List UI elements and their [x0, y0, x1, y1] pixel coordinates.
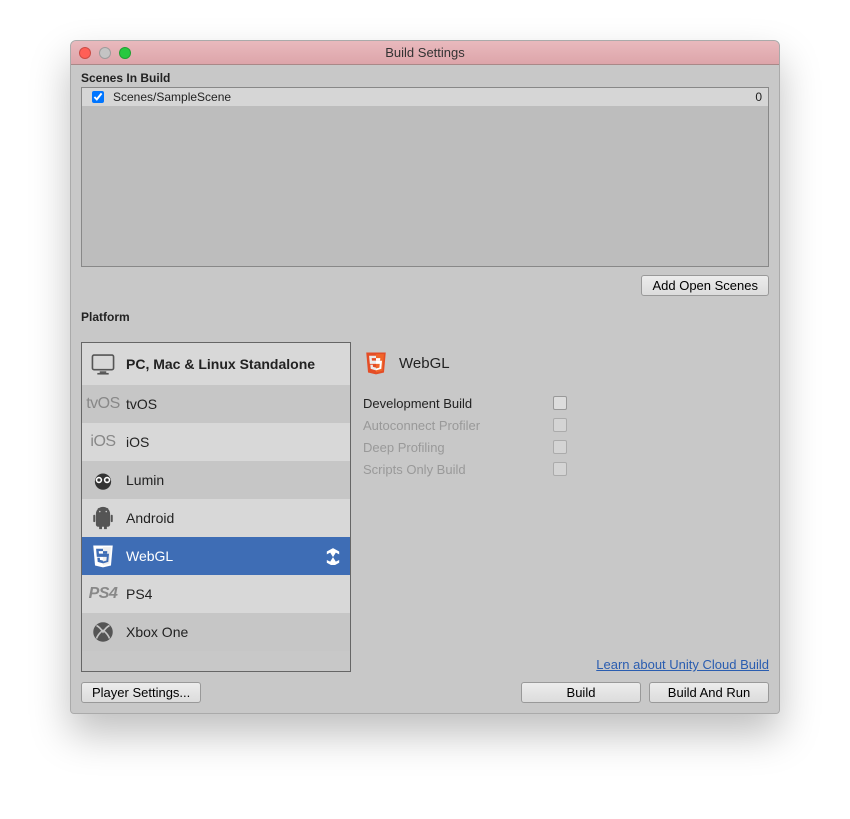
build-option-label: Autoconnect Profiler — [363, 418, 553, 433]
platform-item-label: Xbox One — [126, 624, 342, 640]
lumin-icon — [90, 467, 116, 493]
scene-name: Scenes/SampleScene — [113, 90, 749, 104]
platform-item-ios[interactable]: iOS iOS — [82, 423, 350, 461]
platform-item-ps4[interactable]: PS4 PS4 — [82, 575, 350, 613]
platform-detail: WebGL Development Build Autoconnect Profi… — [363, 342, 769, 672]
monitor-icon — [90, 351, 116, 377]
scene-checkbox[interactable] — [92, 91, 104, 103]
build-option-label: Scripts Only Build — [363, 462, 553, 477]
android-icon — [90, 505, 116, 531]
platform-list[interactable]: PC, Mac & Linux StandalonetvOStvOSiOSiOS… — [81, 342, 351, 672]
platform-item-webgl[interactable]: WebGL — [82, 537, 350, 575]
build-option-label: Development Build — [363, 396, 553, 411]
scenes-list[interactable]: Scenes/SampleScene 0 — [81, 87, 769, 267]
xbox-icon — [90, 619, 116, 645]
platform-item-label: tvOS — [126, 396, 342, 412]
add-open-scenes-button[interactable]: Add Open Scenes — [641, 275, 769, 296]
build-option-row: Scripts Only Build — [363, 458, 769, 480]
platform-item-label: Android — [126, 510, 342, 526]
platform-item-label: PC, Mac & Linux Standalone — [126, 356, 342, 372]
build-option-checkbox — [553, 440, 567, 454]
ps4-logo-icon: PS4 — [90, 581, 116, 607]
build-option-checkbox — [553, 462, 567, 476]
build-and-run-button[interactable]: Build And Run — [649, 682, 769, 703]
platform-item-label: WebGL — [126, 548, 314, 564]
close-icon[interactable] — [79, 47, 91, 59]
platform-item-label: Lumin — [126, 472, 342, 488]
build-option-label: Deep Profiling — [363, 440, 553, 455]
html5-icon — [363, 350, 389, 376]
scenes-label: Scenes In Build — [81, 71, 769, 85]
learn-cloud-build-link[interactable]: Learn about Unity Cloud Build — [596, 657, 769, 672]
ios-logo-icon: iOS — [90, 429, 116, 455]
platform-item-standalone[interactable]: PC, Mac & Linux Standalone — [82, 343, 350, 385]
window-body: Scenes In Build Scenes/SampleScene 0 Add … — [71, 65, 779, 713]
platform-item-label: iOS — [126, 434, 342, 450]
scene-index: 0 — [755, 90, 762, 104]
platform-detail-title: WebGL — [399, 355, 769, 372]
window-title: Build Settings — [71, 45, 779, 60]
build-option-row[interactable]: Development Build — [363, 392, 769, 414]
platform-item-xboxone[interactable]: Xbox One — [82, 613, 350, 651]
minimize-icon[interactable] — [99, 47, 111, 59]
titlebar: Build Settings — [71, 41, 779, 65]
platform-item-tvos[interactable]: tvOS tvOS — [82, 385, 350, 423]
platform-item-android[interactable]: Android — [82, 499, 350, 537]
platform-item-label: PS4 — [126, 586, 342, 602]
build-option-checkbox — [553, 418, 567, 432]
platform-item-lumin[interactable]: Lumin — [82, 461, 350, 499]
build-button[interactable]: Build — [521, 682, 641, 703]
window-controls — [79, 47, 131, 59]
build-options: Development Build Autoconnect Profiler Dee… — [363, 392, 769, 480]
build-settings-window: Build Settings Scenes In Build Scenes/Sa… — [70, 40, 780, 714]
footer: Player Settings... Build Build And Run — [81, 682, 769, 703]
platform-label: Platform — [81, 310, 769, 324]
build-option-row: Autoconnect Profiler — [363, 414, 769, 436]
player-settings-button[interactable]: Player Settings... — [81, 682, 201, 703]
unity-current-platform-icon — [324, 547, 342, 565]
tvos-logo-icon: tvOS — [90, 391, 116, 417]
build-option-checkbox[interactable] — [553, 396, 567, 410]
build-option-row: Deep Profiling — [363, 436, 769, 458]
html5-icon — [90, 543, 116, 569]
zoom-icon[interactable] — [119, 47, 131, 59]
scene-row[interactable]: Scenes/SampleScene 0 — [82, 88, 768, 106]
